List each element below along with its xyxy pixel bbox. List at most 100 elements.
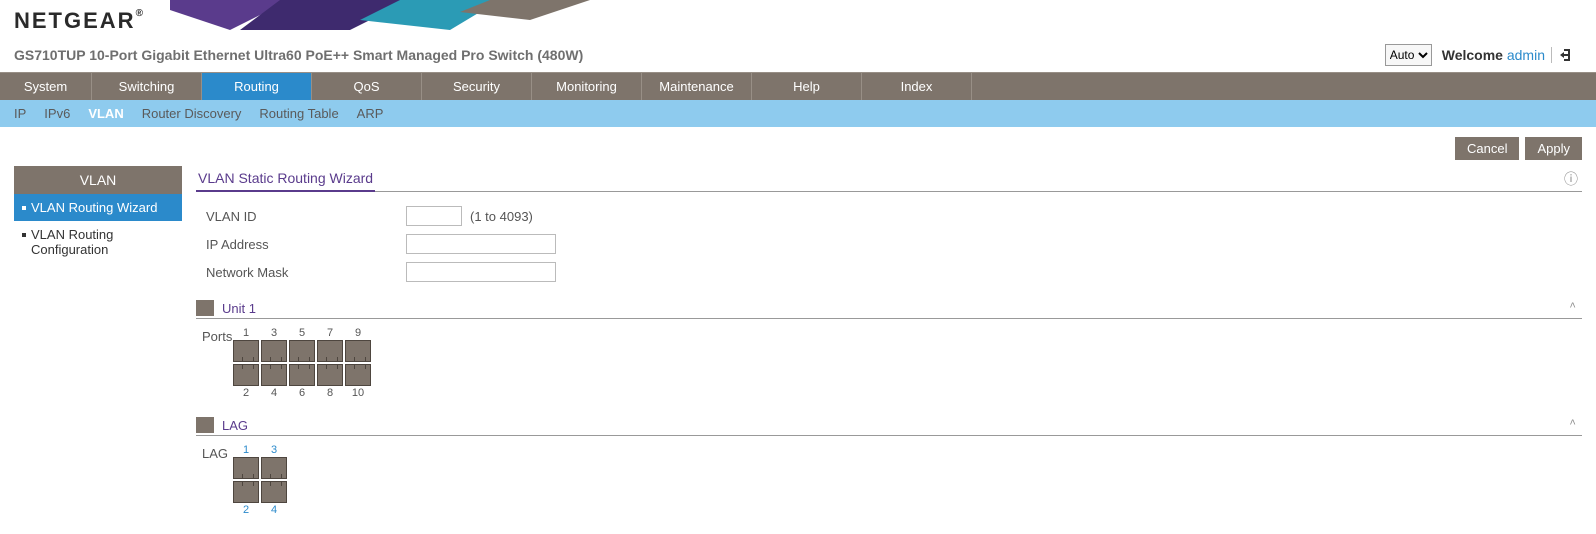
brand-header: NETGEAR® — [0, 0, 1596, 36]
port-num: 3 — [260, 327, 288, 339]
section-toggle-square[interactable] — [196, 300, 214, 316]
ports-row-label: Ports — [202, 327, 232, 399]
lag-port-1[interactable] — [233, 457, 259, 479]
tab-help[interactable]: Help — [752, 73, 862, 100]
port-9[interactable] — [345, 340, 371, 362]
collapse-icon[interactable]: ^ — [1569, 419, 1582, 431]
ip-address-label: IP Address — [206, 237, 406, 252]
port-8[interactable] — [317, 364, 343, 386]
port-2[interactable] — [233, 364, 259, 386]
tab-routing[interactable]: Routing — [202, 73, 312, 100]
cancel-button[interactable]: Cancel — [1455, 137, 1519, 160]
lag-num: 2 — [232, 504, 260, 516]
subnav-ipv6[interactable]: IPv6 — [44, 106, 70, 121]
lag-num: 4 — [260, 504, 288, 516]
action-bar: Cancel Apply — [0, 127, 1596, 166]
lag-grid: 1 3 2 4 — [232, 444, 288, 516]
lag-bottom-numbers: 2 4 — [232, 504, 288, 516]
lag-block: LAG 1 3 2 4 — [196, 444, 1582, 534]
lag-title: LAG — [222, 418, 248, 433]
help-icon[interactable]: ⓘ — [1564, 169, 1582, 189]
tab-qos[interactable]: QoS — [312, 73, 422, 100]
ports-bottom-row — [232, 363, 372, 387]
nav-spacer — [972, 73, 1596, 100]
panel-title: VLAN Static Routing Wizard — [196, 166, 375, 192]
port-5[interactable] — [289, 340, 315, 362]
form-section: VLAN ID (1 to 4093) IP Address Network M… — [196, 192, 1582, 300]
section-toggle-square[interactable] — [196, 417, 214, 433]
tab-system[interactable]: System — [0, 73, 92, 100]
admin-link[interactable]: admin — [1507, 47, 1545, 63]
port-num: 5 — [288, 327, 316, 339]
lag-num: 1 — [232, 444, 260, 456]
bullet-icon — [22, 233, 26, 237]
sidebar-item-vlan-routing-wizard[interactable]: VLAN Routing Wizard — [14, 194, 182, 221]
port-6[interactable] — [289, 364, 315, 386]
unit1-title: Unit 1 — [222, 301, 256, 316]
logout-button[interactable] — [1551, 47, 1582, 63]
port-num: 8 — [316, 387, 344, 399]
subnav-vlan[interactable]: VLAN — [88, 106, 123, 121]
welcome-text: Welcome admin — [1442, 47, 1545, 63]
tab-switching[interactable]: Switching — [92, 73, 202, 100]
form-row-ip-address: IP Address — [206, 234, 1582, 254]
content: VLAN Static Routing Wizard ⓘ VLAN ID (1 … — [196, 166, 1582, 534]
port-4[interactable] — [261, 364, 287, 386]
panel-title-row: VLAN Static Routing Wizard ⓘ — [196, 166, 1582, 192]
port-3[interactable] — [261, 340, 287, 362]
section-head-lag: LAG ^ — [196, 417, 1582, 436]
vlan-id-input[interactable] — [406, 206, 462, 226]
ports-block: Ports 1 3 5 7 9 — [196, 327, 1582, 417]
mode-select[interactable]: Auto — [1385, 44, 1432, 66]
port-num: 2 — [232, 387, 260, 399]
network-mask-label: Network Mask — [206, 265, 406, 280]
sidebar-item-vlan-routing-configuration[interactable]: VLAN Routing Configuration — [14, 221, 182, 263]
tab-index[interactable]: Index — [862, 73, 972, 100]
main-layout: VLAN VLAN Routing Wizard VLAN Routing Co… — [0, 166, 1596, 534]
subnav-arp[interactable]: ARP — [357, 106, 384, 121]
port-num: 7 — [316, 327, 344, 339]
ports-bottom-numbers: 2 4 6 8 10 — [232, 387, 372, 399]
ports-grid: 1 3 5 7 9 — [232, 327, 372, 399]
subnav-ip[interactable]: IP — [14, 106, 26, 121]
main-nav: System Switching Routing QoS Security Mo… — [0, 72, 1596, 100]
logout-icon — [1558, 47, 1574, 63]
port-num: 9 — [344, 327, 372, 339]
tab-security[interactable]: Security — [422, 73, 532, 100]
ip-address-input[interactable] — [406, 234, 556, 254]
port-7[interactable] — [317, 340, 343, 362]
form-row-vlan-id: VLAN ID (1 to 4093) — [206, 206, 1582, 226]
banner-decoration — [170, 0, 600, 30]
lag-top-numbers: 1 3 — [232, 444, 288, 456]
collapse-icon[interactable]: ^ — [1569, 302, 1582, 314]
lag-port-3[interactable] — [261, 457, 287, 479]
lag-bottom-row — [232, 480, 288, 504]
model-name: GS710TUP 10-Port Gigabit Ethernet Ultra6… — [14, 47, 1385, 63]
port-num: 6 — [288, 387, 316, 399]
apply-button[interactable]: Apply — [1525, 137, 1582, 160]
subnav-router-discovery[interactable]: Router Discovery — [142, 106, 242, 121]
port-num: 1 — [232, 327, 260, 339]
lag-num: 3 — [260, 444, 288, 456]
port-1[interactable] — [233, 340, 259, 362]
port-10[interactable] — [345, 364, 371, 386]
tab-maintenance[interactable]: Maintenance — [642, 73, 752, 100]
lag-top-row — [232, 456, 288, 480]
ports-top-numbers: 1 3 5 7 9 — [232, 327, 372, 339]
tab-monitoring[interactable]: Monitoring — [532, 73, 642, 100]
sidebar-item-label: VLAN Routing Configuration — [31, 227, 174, 257]
sidebar-item-label: VLAN Routing Wizard — [31, 200, 157, 215]
lag-port-2[interactable] — [233, 481, 259, 503]
lag-port-4[interactable] — [261, 481, 287, 503]
sidebar-header: VLAN — [14, 166, 182, 194]
bullet-icon — [22, 206, 26, 210]
vlan-id-label: VLAN ID — [206, 209, 406, 224]
lag-row-label: LAG — [202, 444, 232, 516]
network-mask-input[interactable] — [406, 262, 556, 282]
ports-top-row — [232, 339, 372, 363]
welcome-prefix: Welcome — [1442, 47, 1507, 63]
subnav-routing-table[interactable]: Routing Table — [259, 106, 338, 121]
section-head-unit1: Unit 1 ^ — [196, 300, 1582, 319]
sidebar: VLAN VLAN Routing Wizard VLAN Routing Co… — [14, 166, 182, 534]
form-row-network-mask: Network Mask — [206, 262, 1582, 282]
